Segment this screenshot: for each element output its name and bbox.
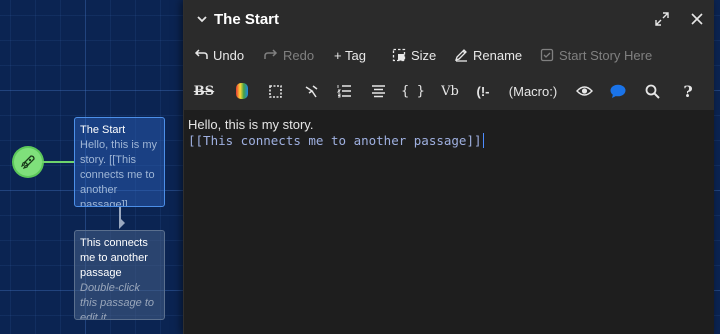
passage-title: This connects me to another passage [80,237,148,279]
add-tag-label: + Tag [334,47,366,63]
start-passage-rocket-icon [14,148,42,176]
passage-excerpt: Double-click this passage to edit it. [80,282,154,320]
redo-icon [264,49,278,59]
start-story-here-label: Start Story Here [559,47,653,63]
dialog-title: The Start [214,11,280,28]
colors-button[interactable] [233,82,251,100]
rainbow-colors-icon [236,83,248,99]
verbatim-label: Vb [441,83,459,99]
passage-edit-dialog: The Start Undo Redo + Tag Size Rename St… [183,0,714,334]
hook-icon [305,84,317,97]
speech-bubble-icon [610,84,626,98]
help-button[interactable]: ? [678,81,698,101]
search-icon [645,84,660,99]
comment-button[interactable]: (!- [471,82,495,100]
find-button[interactable] [642,82,662,100]
braces-icon: { } [401,83,425,99]
undo-button[interactable]: Undo [194,46,244,64]
align-center-icon [371,84,385,97]
bold-strikethrough-button[interactable]: BS [193,82,215,100]
numbered-list-button[interactable] [335,82,353,100]
redo-button[interactable]: Redo [264,46,314,64]
passage-card-the-start[interactable]: The Start Hello, this is my story. [[Thi… [74,117,165,207]
size-button[interactable]: Size [392,46,436,64]
align-center-button[interactable] [369,82,387,100]
undo-label: Undo [213,47,245,63]
braces-button[interactable]: { } [401,82,425,100]
verbatim-button[interactable]: Vb [440,82,460,100]
start-connector [42,161,74,163]
macro-button[interactable]: (Macro:) [508,82,558,100]
start-story-here-button[interactable]: Start Story Here [540,46,652,64]
align-button[interactable] [302,82,320,100]
passage-card-another-passage[interactable]: This connects me to another passage Doub… [74,230,165,320]
dialog-header: The Start [184,0,714,38]
numbered-list-icon [336,85,351,98]
size-icon [392,48,406,62]
editor-line-2: [[This connects me to another passage]] [188,132,484,149]
size-label: Size [411,47,437,63]
preview-button[interactable] [574,82,594,100]
rename-label: Rename [473,47,523,63]
select-box-button[interactable] [266,82,284,100]
add-tag-button[interactable]: + Tag [334,46,366,64]
rename-button[interactable]: Rename [454,46,522,64]
passage-text-editor[interactable]: Hello, this is my story. [[This connects… [184,110,714,334]
macro-label: (Macro:) [508,83,558,99]
maximize-icon[interactable] [654,11,670,27]
passage-title: The Start [80,124,126,136]
text-cursor [482,133,484,148]
editor-line-1: Hello, this is my story. [188,117,314,132]
redo-label: Redo [283,47,315,63]
dialog-toolbar: Undo Redo + Tag Size Rename Start Story … [184,38,714,72]
editor-link-text: [[This connects me to another passage]] [188,133,482,148]
format-toolbar: BS { } Vb (!- (Macro:) ? [184,72,714,110]
comment-label: (!- [476,83,490,99]
comment-bubble-button[interactable] [608,82,628,100]
collapse-chevron-down-icon[interactable] [195,12,209,26]
checkbox-icon [540,48,554,62]
eye-icon [575,86,593,96]
undo-icon [194,49,208,59]
help-label: ? [683,81,693,101]
close-icon[interactable] [689,11,705,27]
passage-excerpt: Hello, this is my story. [[This connects… [80,139,158,207]
dashed-box-icon [268,84,282,98]
rename-pen-icon [454,49,467,62]
bold-strikethrough-label: BS [193,83,215,99]
passage-link-arrow-icon [119,217,125,229]
